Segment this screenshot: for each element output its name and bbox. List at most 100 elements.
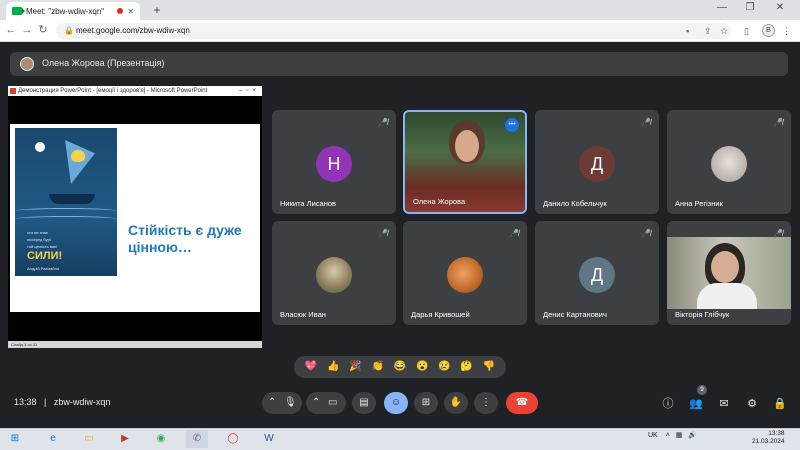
menu-kebab-icon[interactable]: ⋮ [782, 23, 791, 39]
reaction-surprised-icon[interactable]: 😮 [416, 361, 428, 373]
present-screen-icon: ⊞ [421, 397, 431, 408]
participant-tile[interactable]: 🎤̸ Д Данило Кобельчук [535, 110, 659, 214]
sail-shape [65, 140, 95, 184]
participant-face [455, 130, 479, 162]
participant-tile[interactable]: 🎤̸ Вікторія Глібчук [667, 221, 791, 325]
mic-control[interactable]: ⌃ 🎙 [262, 392, 302, 414]
more-options-button[interactable]: ⋮ [474, 392, 498, 414]
mic-options-chevron-icon[interactable]: ⌃ [268, 392, 276, 414]
end-call-icon: ☎ [515, 397, 529, 408]
reaction-thumbs-up-icon[interactable]: 👍 [327, 361, 339, 373]
media-app-icon[interactable]: ▶ [114, 430, 136, 448]
powerpoint-window-title: Демонстрация PowerPoint - [емоції і здор… [18, 88, 208, 94]
raise-hand-button[interactable]: ✋ [444, 392, 468, 414]
camera-control[interactable]: ⌃ ▭ [306, 392, 346, 414]
leave-call-button[interactable]: ☎ [506, 392, 538, 414]
camera-options-chevron-icon[interactable]: ⌃ [312, 392, 320, 414]
share-icon[interactable]: ⇪ [704, 23, 712, 39]
reaction-clap-icon[interactable]: 👏 [372, 361, 384, 373]
windows-start-icon[interactable]: ⊞ [4, 430, 26, 448]
window-controls: –▫× [239, 88, 260, 94]
slide-poster-image: хто не знає посеред бурі той цінність ва… [15, 128, 117, 276]
window-close-button[interactable]: ✕ [770, 2, 790, 13]
file-explorer-icon[interactable]: ▭ [78, 430, 100, 448]
reload-icon[interactable]: ↻ [36, 23, 50, 37]
taskbar-date: 21.03.2024 [752, 438, 785, 445]
powerpoint-status-bar: Слайд 3 из 33 [8, 341, 262, 348]
network-icon[interactable]: ▦ [676, 432, 683, 439]
poster-text-3: той цінність ваєї [27, 244, 58, 249]
mic-muted-icon: 🎤̸ [773, 118, 783, 127]
camera-in-use-icon[interactable]: ▪ [686, 23, 689, 39]
mic-muted-icon: 🎤̸ [641, 118, 651, 127]
tray-up-arrow-icon[interactable]: ˄ [666, 432, 670, 439]
window-minimize-button[interactable]: — [712, 2, 732, 13]
word-icon[interactable]: W [258, 430, 280, 448]
moon-shape [35, 142, 45, 152]
reaction-laugh-icon[interactable]: 😂 [394, 361, 406, 373]
speaking-indicator-icon: ••• [505, 118, 519, 132]
microphone-icon[interactable]: 🎙 [284, 392, 297, 414]
poster-text-1: хто не знає [27, 230, 48, 235]
recording-indicator-icon [117, 8, 124, 14]
captions-button[interactable]: ▤ [352, 392, 376, 414]
people-icon[interactable]: 👥 [688, 396, 704, 412]
participant-avatar: Н [316, 146, 352, 182]
participant-tile[interactable]: 🎤̸ Д Денис Картанович [535, 221, 659, 325]
participant-name: Денис Картанович [543, 310, 607, 319]
participant-photo-avatar [447, 257, 483, 293]
bookmark-star-icon[interactable]: ☆ [720, 23, 728, 39]
meeting-time: 13:38 [14, 397, 37, 407]
camera-icon[interactable]: ▭ [328, 392, 337, 414]
google-meet-icon [12, 7, 25, 15]
side-panel-icon[interactable]: ▯ [744, 23, 749, 39]
reaction-heart-icon[interactable]: 💖 [305, 361, 317, 373]
volume-icon[interactable]: 🔊 [688, 432, 697, 439]
participant-photo-avatar [316, 257, 352, 293]
back-arrow-icon[interactable]: ← [4, 23, 18, 37]
wave-shape [15, 208, 117, 214]
reaction-thumbs-down-icon[interactable]: 👎 [483, 361, 495, 373]
taskbar-clock[interactable]: 13:38 21.03.2024 [752, 430, 785, 446]
emoji-reactions-button[interactable]: ☺ [384, 392, 408, 414]
new-tab-button[interactable]: + [150, 3, 164, 17]
meeting-details-info-icon[interactable]: ⓘ [660, 396, 676, 412]
participant-tile[interactable]: 🎤̸ Н Никита Лисанов [272, 110, 396, 214]
address-bar[interactable]: 🔒 meet.google.com/zbw-wdiw-xqn [56, 23, 731, 39]
reaction-sad-icon[interactable]: 😢 [438, 361, 450, 373]
participant-tile[interactable]: 🎤̸ Власюк Иван [272, 221, 396, 325]
system-tray: UK ˄ ▦ 🔊 [648, 431, 697, 439]
taskbar-time: 13:38 [768, 430, 785, 437]
participant-name: Олена Жорова [413, 197, 466, 206]
powerpoint-icon [10, 88, 16, 94]
mic-muted-icon: 🎤̸ [773, 229, 783, 238]
participant-photo-avatar [711, 146, 747, 182]
host-controls-lock-icon[interactable]: 🔒 [772, 396, 788, 412]
activities-icon[interactable]: ⚙ [744, 396, 760, 412]
tab-meet[interactable]: Meet: "zbw-wdiw-xqn" ✕ [6, 2, 140, 20]
forward-arrow-icon[interactable]: → [20, 23, 34, 37]
participant-tile-active-speaker[interactable]: ••• Олена Жорова [403, 110, 527, 214]
wave-shape [15, 216, 117, 222]
reaction-thinking-icon[interactable]: 🤔 [460, 361, 472, 373]
present-button[interactable]: ⊞ [414, 392, 438, 414]
viber-icon[interactable]: ✆ [186, 430, 208, 448]
emoji-icon: ☺ [390, 397, 402, 408]
participant-name: Никита Лисанов [280, 199, 337, 208]
participant-tile[interactable]: 🎤̸ Анна Регізник [667, 110, 791, 214]
reaction-party-icon[interactable]: 🎉 [349, 361, 361, 373]
tab-close-icon[interactable]: ✕ [127, 7, 134, 16]
participant-tile[interactable]: 🎤̸ Дарья Кривошей [403, 221, 527, 325]
presenter-label: Олена Жорова (Презентація) [42, 58, 165, 68]
boat-shape [49, 194, 95, 204]
chrome-icon[interactable]: ◉ [150, 430, 172, 448]
url-text: meet.google.com/zbw-wdiw-xqn [76, 26, 190, 35]
chat-icon[interactable]: ✉ [716, 396, 732, 412]
input-language[interactable]: UK [648, 432, 658, 439]
profile-avatar[interactable]: B [762, 24, 775, 37]
poster-text-2: посеред бурі [27, 237, 51, 242]
mic-muted-icon: 🎤̸ [641, 229, 651, 238]
opera-icon[interactable]: ◯ [222, 430, 244, 448]
window-maximize-button[interactable]: ❐ [740, 2, 760, 13]
internet-explorer-icon[interactable]: e [42, 430, 64, 448]
